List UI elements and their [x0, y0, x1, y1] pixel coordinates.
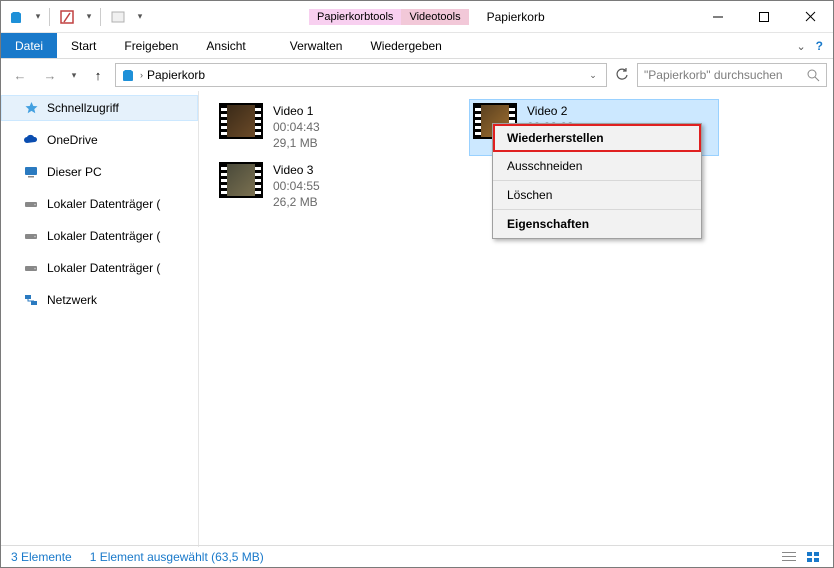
drive-icon [23, 196, 39, 212]
address-dropdown-icon[interactable]: ⌄ [584, 70, 602, 81]
content-pane: Video 1 00:04:43 29,1 MB Video 2 00:08:0… [199, 91, 833, 547]
navigation-pane: Schnellzugriff OneDrive Dieser PC Lokale… [1, 91, 199, 547]
drive-icon [23, 228, 39, 244]
title-bar: ▾ ▾ ▾ Papierkorbtools Videotools Papierk… [1, 1, 833, 33]
file-duration: 00:04:55 [273, 178, 320, 194]
sidebar-item-network[interactable]: Netzwerk [1, 287, 198, 313]
window-title: Papierkorb [487, 10, 545, 24]
properties-icon[interactable] [56, 6, 78, 28]
maximize-button[interactable] [741, 1, 787, 33]
chevron-right-icon[interactable]: › [140, 70, 143, 80]
status-bar: 3 Elemente 1 Element ausgewählt (63,5 MB… [1, 545, 833, 567]
recycle-bin-tools-group: Papierkorbtools [309, 9, 401, 25]
context-menu-cut[interactable]: Ausschneiden [493, 152, 701, 181]
tab-view[interactable]: Ansicht [192, 33, 259, 58]
file-tab[interactable]: Datei [1, 33, 57, 58]
help-icon[interactable]: ? [816, 39, 823, 53]
recycle-bin-icon[interactable] [5, 6, 27, 28]
address-row: ← → ▾ ↑ › Papierkorb ⌄ "Papierkorb" durc… [1, 59, 833, 91]
minimize-button[interactable] [695, 1, 741, 33]
up-button[interactable]: ↑ [85, 62, 111, 88]
forward-button[interactable]: → [37, 62, 63, 88]
sidebar-item-label: Lokaler Datenträger ( [47, 261, 160, 275]
sidebar-item-label: Lokaler Datenträger ( [47, 229, 160, 243]
new-folder-icon[interactable] [107, 6, 129, 28]
drive-icon [23, 260, 39, 276]
contextual-tool-groups: Papierkorbtools Videotools [309, 9, 469, 25]
sidebar-item-label: Lokaler Datenträger ( [47, 197, 160, 211]
search-placeholder: "Papierkorb" durchsuchen [644, 68, 807, 82]
tab-manage[interactable]: Verwalten [276, 33, 357, 58]
tab-home[interactable]: Start [57, 33, 110, 58]
file-size: 26,2 MB [273, 194, 320, 210]
status-selected: 1 Element ausgewählt (63,5 MB) [90, 550, 264, 564]
cloud-icon [23, 132, 39, 148]
qat-dropdown-icon[interactable]: ▾ [84, 11, 94, 22]
file-name: Video 2 [527, 103, 574, 119]
status-item-count: 3 Elemente [11, 550, 72, 564]
sidebar-item-label: OneDrive [47, 133, 98, 147]
tab-playback[interactable]: Wiedergeben [356, 33, 455, 58]
tab-share[interactable]: Freigeben [110, 33, 192, 58]
file-name: Video 3 [273, 162, 320, 178]
file-item[interactable]: Video 3 00:04:55 26,2 MB [215, 158, 465, 215]
quick-access-toolbar: ▾ ▾ ▾ [1, 6, 149, 28]
file-item[interactable]: Video 1 00:04:43 29,1 MB [215, 99, 465, 156]
details-view-icon[interactable] [779, 549, 799, 565]
sidebar-item-onedrive[interactable]: OneDrive [1, 127, 198, 153]
back-button[interactable]: ← [7, 62, 33, 88]
qat-customize-icon[interactable]: ▾ [135, 11, 145, 22]
context-menu: Wiederherstellen Ausschneiden Löschen Ei… [492, 123, 702, 239]
address-bar[interactable]: › Papierkorb ⌄ [115, 63, 607, 87]
file-duration: 00:04:43 [273, 119, 320, 135]
search-input[interactable]: "Papierkorb" durchsuchen [637, 63, 827, 87]
recent-locations-dropdown[interactable]: ▾ [67, 62, 81, 88]
refresh-button[interactable] [611, 68, 633, 82]
recycle-bin-icon [120, 67, 136, 83]
breadcrumb[interactable]: Papierkorb [147, 68, 205, 82]
sidebar-item-label: Dieser PC [47, 165, 102, 179]
sidebar-item-drive[interactable]: Lokaler Datenträger ( [1, 255, 198, 281]
ribbon-expand-icon[interactable]: ⌄ [796, 40, 805, 53]
sidebar-item-thispc[interactable]: Dieser PC [1, 159, 198, 185]
video-thumbnail-icon [219, 103, 263, 139]
network-icon [23, 292, 39, 308]
large-icons-view-icon[interactable] [803, 549, 823, 565]
sidebar-item-quick-access[interactable]: Schnellzugriff [1, 95, 198, 121]
sidebar-item-label: Schnellzugriff [47, 101, 119, 115]
search-icon [807, 69, 820, 82]
file-name: Video 1 [273, 103, 320, 119]
sidebar-item-drive[interactable]: Lokaler Datenträger ( [1, 191, 198, 217]
monitor-icon [23, 164, 39, 180]
sidebar-item-drive[interactable]: Lokaler Datenträger ( [1, 223, 198, 249]
star-icon [23, 100, 39, 116]
video-thumbnail-icon [219, 162, 263, 198]
file-size: 29,1 MB [273, 135, 320, 151]
context-menu-delete[interactable]: Löschen [493, 181, 701, 210]
qat-dropdown-icon[interactable]: ▾ [33, 11, 43, 22]
close-button[interactable] [787, 1, 833, 33]
sidebar-item-label: Netzwerk [47, 293, 97, 307]
context-menu-restore[interactable]: Wiederherstellen [493, 124, 701, 152]
ribbon-tabs: Datei Start Freigeben Ansicht Verwalten … [1, 33, 833, 59]
context-menu-properties[interactable]: Eigenschaften [493, 210, 701, 238]
video-tools-group: Videotools [401, 9, 468, 25]
